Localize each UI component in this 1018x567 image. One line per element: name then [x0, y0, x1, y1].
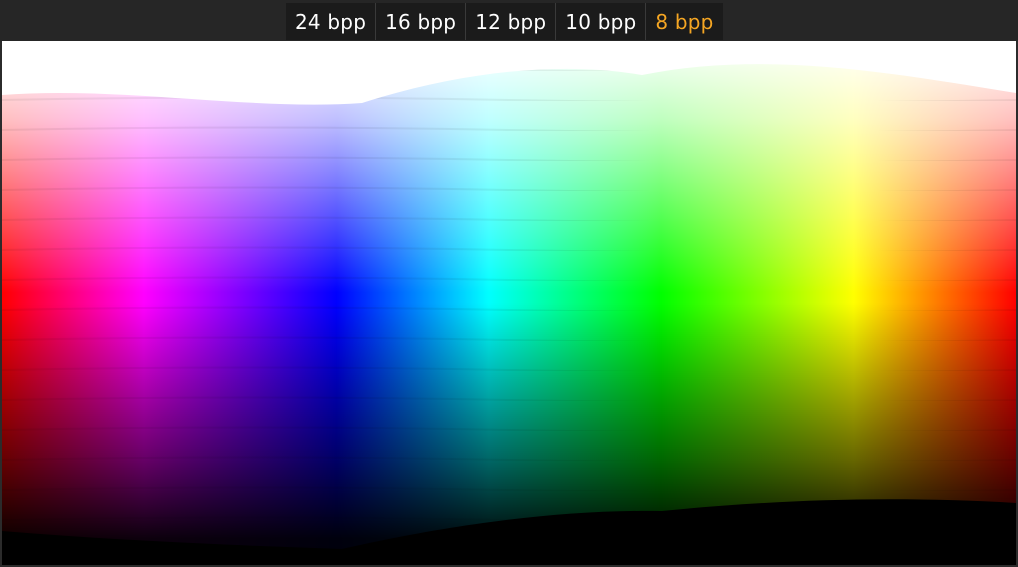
- toolbar: 24 bpp 16 bpp 12 bpp 10 bpp 8 bpp: [0, 0, 1018, 41]
- tab-16-bpp[interactable]: 16 bpp: [376, 3, 467, 40]
- tab-24-bpp[interactable]: 24 bpp: [286, 3, 377, 40]
- band-layer: [2, 41, 1016, 565]
- tab-12-bpp[interactable]: 12 bpp: [466, 3, 557, 40]
- tab-8-bpp[interactable]: 8 bpp: [646, 3, 723, 40]
- gradient-canvas: [2, 41, 1016, 565]
- bit-depth-tabs: 24 bpp 16 bpp 12 bpp 10 bpp 8 bpp: [286, 3, 723, 40]
- app-window: 24 bpp 16 bpp 12 bpp 10 bpp 8 bpp: [0, 0, 1018, 567]
- tab-10-bpp[interactable]: 10 bpp: [556, 3, 647, 40]
- color-gradient-image: [2, 41, 1016, 565]
